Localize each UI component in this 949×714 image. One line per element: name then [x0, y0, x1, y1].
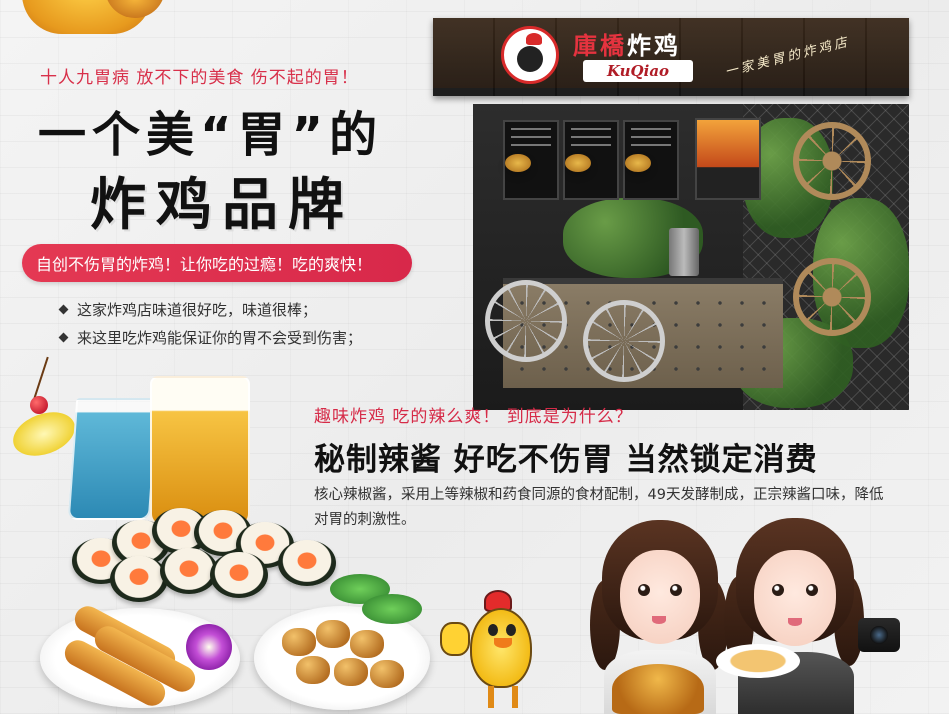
rooster-logo-icon — [501, 26, 559, 84]
page-title-line-2: 炸鸡品牌 — [90, 173, 354, 238]
menu-board — [503, 120, 559, 200]
brand-name-cn-red: 庫橋 — [573, 32, 627, 60]
cherry-image — [30, 396, 48, 414]
slogan-banner: 自创不伤胃的炸鸡！让你吃的过瘾！吃的爽快！ — [22, 244, 412, 282]
feature-headline: 秘制辣酱 好吃不伤胃 当然锁定消费 — [314, 442, 818, 478]
bullet-item: 来这里吃炸鸡能保证你的胃不会受到伤害； — [58, 326, 440, 348]
beer-glass-image — [150, 376, 250, 526]
drink-machine — [669, 228, 699, 276]
feature-bullet-list: 这家炸鸡店味道很好吃，味道很棒； 来这里吃炸鸡能保证你的胃不会受到伤害； — [58, 298, 440, 354]
page-title-line-1: 一个美“胃”的 — [38, 107, 384, 163]
diamond-bullet-icon — [58, 332, 69, 342]
cart-wheel-icon — [485, 280, 567, 362]
cherry-stem — [33, 356, 49, 400]
feature-subtitle: 趣味炸鸡 吃的辣么爽！ 到底是为什么？ — [314, 407, 633, 427]
brand-name-cn-white: 炸鸡 — [627, 32, 681, 60]
menu-photo-board — [695, 118, 761, 200]
model-photo-right — [720, 518, 870, 714]
bullet-item: 这家炸鸡店味道很好吃，味道很棒； — [58, 298, 440, 320]
camera-icon — [858, 618, 900, 652]
sushi-roll — [210, 552, 268, 598]
thumbs-up-icon — [440, 622, 470, 656]
ship-wheel-icon — [793, 122, 871, 200]
brand-name-en: KuQiao — [583, 60, 693, 82]
fried-nugget — [334, 658, 368, 686]
cart-wheel-icon — [583, 300, 665, 382]
sushi-roll — [278, 540, 336, 586]
brand-name-cn: 庫橋炸鸡 — [573, 26, 681, 61]
diamond-bullet-icon — [58, 304, 69, 314]
fried-chicken-basket-image — [612, 664, 704, 714]
fried-nugget — [282, 628, 316, 656]
kiosk-store-image: 庫橋炸鸡 KuQiao 一家美胃的炸鸡店 — [433, 18, 909, 410]
menu-board — [623, 120, 679, 200]
blue-drink-image — [67, 398, 159, 520]
kiosk-signboard: 庫橋炸鸡 KuQiao 一家美胃的炸鸡店 — [433, 18, 909, 96]
sushi-roll — [110, 556, 168, 602]
orchid-garnish — [186, 624, 232, 670]
lettuce-garnish — [362, 594, 422, 624]
bullet-text: 来这里吃炸鸡能保证你的胃不会受到伤害； — [77, 328, 363, 347]
tagline: 十人九胃病 放不下的美食 伤不起的胃！ — [40, 68, 359, 88]
fried-nugget — [316, 620, 350, 648]
ship-wheel-icon — [793, 258, 871, 336]
slogan-banner-text: 自创不伤胃的炸鸡！让你吃的过瘾！吃的爽快！ — [36, 255, 373, 274]
menu-board — [563, 120, 619, 200]
fried-nugget — [370, 660, 404, 688]
dessert-plate-image — [716, 644, 800, 678]
lemon-slice-image — [7, 404, 81, 464]
fried-nugget — [350, 630, 384, 658]
fried-nugget — [296, 656, 330, 684]
bullet-text: 这家炸鸡店味道很好吃，味道很棒； — [77, 300, 318, 319]
chicken-mascot-image — [440, 574, 550, 714]
